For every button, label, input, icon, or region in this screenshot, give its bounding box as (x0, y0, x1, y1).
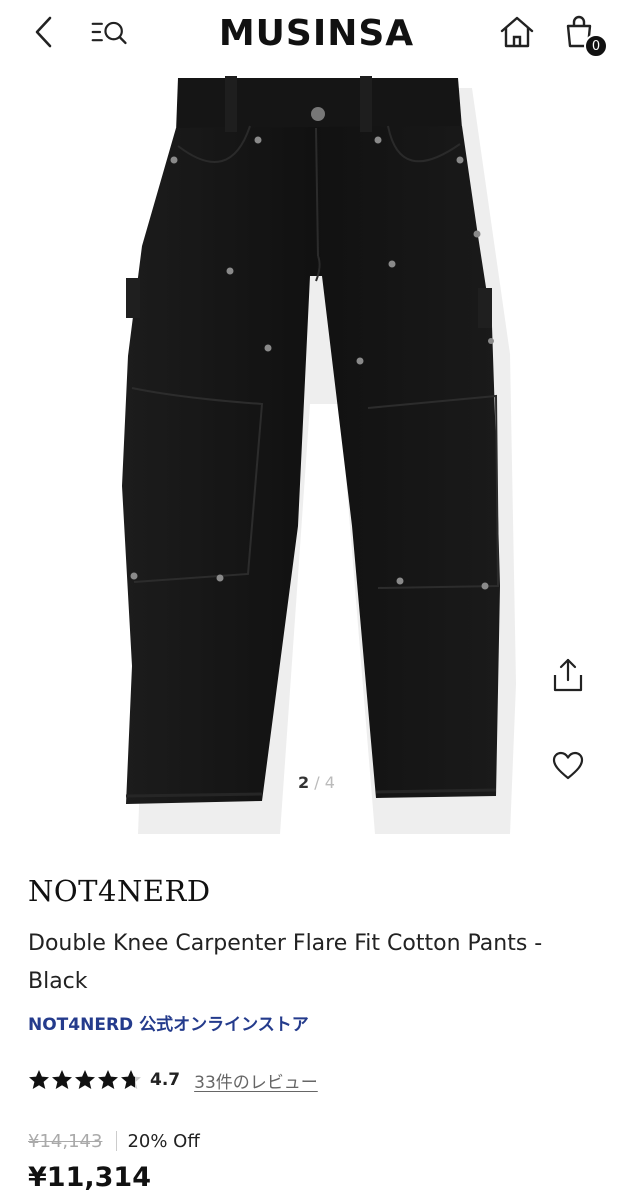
star-icon (121, 1070, 141, 1089)
star-icon (98, 1070, 118, 1089)
product-title: Double Knee Carpenter Flare Fit Cotton P… (28, 931, 543, 994)
star-icon (29, 1070, 49, 1089)
home-button[interactable] (497, 12, 537, 52)
original-price: ¥14,143 (28, 1130, 103, 1152)
share-button[interactable] (548, 655, 588, 695)
rating-score: 4.7 (150, 1070, 181, 1090)
rating-stars (28, 1069, 142, 1091)
top-header: MUSINSA 0 (0, 0, 633, 66)
reviews-link[interactable]: 33件のレビュー (194, 1068, 318, 1093)
image-pager: 2 / 4 (0, 773, 633, 792)
star-icon (52, 1070, 72, 1089)
rating-row: 4.7 33件のレビュー (28, 1066, 318, 1094)
musinsa-logo[interactable]: MUSINSA (0, 13, 633, 54)
cart-button[interactable]: 0 (560, 12, 608, 58)
product-image-pants (122, 76, 516, 834)
price-row: ¥14,143 20% Off (28, 1128, 200, 1154)
brand-name[interactable]: NOT4NERD (28, 874, 211, 908)
star-icon (75, 1070, 95, 1089)
discount-label: 20% Off (127, 1130, 200, 1152)
home-icon (500, 16, 534, 48)
price-divider (116, 1131, 118, 1151)
share-icon (553, 658, 583, 692)
pager-current: 2 (298, 773, 310, 792)
pager-total: 4 (324, 773, 335, 792)
sale-price: ¥11,314 (28, 1162, 151, 1193)
store-link[interactable]: NOT4NERD 公式オンラインストア (28, 1010, 309, 1035)
cart-count-badge: 0 (584, 34, 608, 58)
pager-separator: / (314, 773, 320, 792)
product-image-gallery[interactable]: 2 / 4 (0, 66, 633, 840)
